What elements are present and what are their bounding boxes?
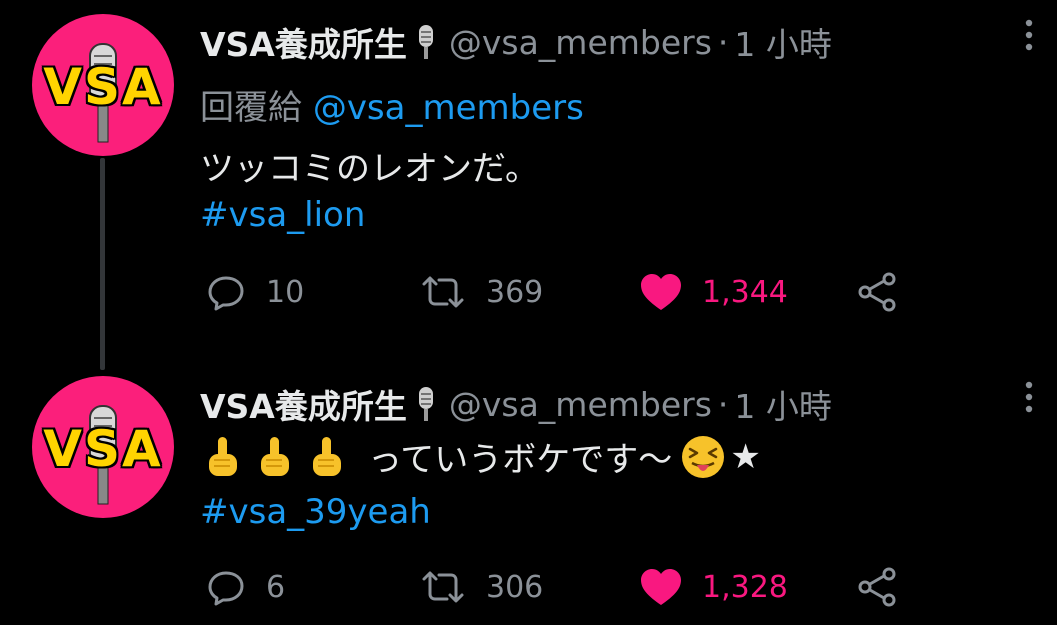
reply-button[interactable]: 10 xyxy=(204,270,304,314)
pointing-up-hand-icon xyxy=(209,436,237,476)
display-name[interactable]: VSA養成所生 xyxy=(200,18,407,66)
share-button[interactable] xyxy=(856,270,900,314)
more-icon[interactable] xyxy=(1023,18,1035,52)
avatar[interactable]: VSA xyxy=(32,376,174,518)
display-name[interactable]: VSA養成所生 xyxy=(200,380,407,428)
tweet-text-body: っていうボケです～ xyxy=(368,440,673,480)
microphone-icon xyxy=(418,387,433,421)
reply-icon xyxy=(208,571,244,606)
pointing-up-hand-icon xyxy=(261,436,289,476)
tweet-header: VSA養成所生 @vsa_members · 1 小時 xyxy=(200,18,832,66)
hashtag-link[interactable]: #vsa_39yeah xyxy=(200,492,431,532)
separator-dot: · xyxy=(717,22,729,62)
retweet-button[interactable]: 369 xyxy=(418,270,543,314)
tweet-header: VSA養成所生 @vsa_members · 1 小時 xyxy=(200,380,832,428)
handle[interactable]: @vsa_members xyxy=(449,385,712,424)
reply-icon xyxy=(208,276,244,311)
share-icon xyxy=(858,272,896,312)
reply-context: 回覆給 @vsa_members xyxy=(200,80,584,129)
reply-count: 6 xyxy=(266,569,286,605)
retweet-count: 369 xyxy=(486,274,544,310)
reply-button[interactable]: 6 xyxy=(204,565,285,609)
tweet[interactable]: VSA VSA養成所生 @vsa_members · 1 小時 回覆給 @vsa… xyxy=(0,0,1057,370)
more-icon[interactable] xyxy=(1023,380,1035,414)
action-bar: 10 369 1,344 xyxy=(200,270,920,314)
retweet-button[interactable]: 306 xyxy=(418,565,543,609)
handle[interactable]: @vsa_members xyxy=(449,23,712,62)
avatar-text: VSA xyxy=(43,420,163,478)
star-symbol: ★ xyxy=(730,436,761,477)
tweet[interactable]: VSA VSA養成所生 @vsa_members · 1 小時 っていうボケです… xyxy=(0,362,1057,625)
squinting-tongue-face-icon xyxy=(682,435,725,478)
reply-count: 10 xyxy=(266,274,305,310)
tweet-text: ツッコミのレオンだ。 xyxy=(200,149,539,189)
reply-mention-link[interactable]: @vsa_members xyxy=(313,88,584,128)
reply-prefix: 回覆給 xyxy=(200,88,302,128)
like-button[interactable]: 1,344 xyxy=(638,270,788,314)
action-bar: 6 306 1,328 xyxy=(200,565,920,609)
retweet-count: 306 xyxy=(486,569,544,605)
heart-icon xyxy=(641,274,681,310)
like-count: 1,328 xyxy=(702,569,788,605)
like-button[interactable]: 1,328 xyxy=(638,565,788,609)
retweet-icon xyxy=(422,571,464,603)
pointing-up-hand-icon xyxy=(313,436,341,476)
thread-line xyxy=(100,158,105,370)
hashtag-link[interactable]: #vsa_lion xyxy=(200,195,365,235)
separator-dot: · xyxy=(717,384,729,424)
timestamp[interactable]: 1 小時 xyxy=(734,18,832,66)
avatar[interactable]: VSA xyxy=(32,14,174,156)
retweet-icon xyxy=(422,276,464,308)
share-button[interactable] xyxy=(856,565,900,609)
tweet-text: っていうボケです～ ★ xyxy=(200,432,761,481)
like-count: 1,344 xyxy=(702,274,788,310)
timestamp[interactable]: 1 小時 xyxy=(734,380,832,428)
microphone-icon xyxy=(418,25,433,59)
avatar-text: VSA xyxy=(43,58,163,116)
heart-icon xyxy=(641,569,681,605)
share-icon xyxy=(858,567,896,607)
